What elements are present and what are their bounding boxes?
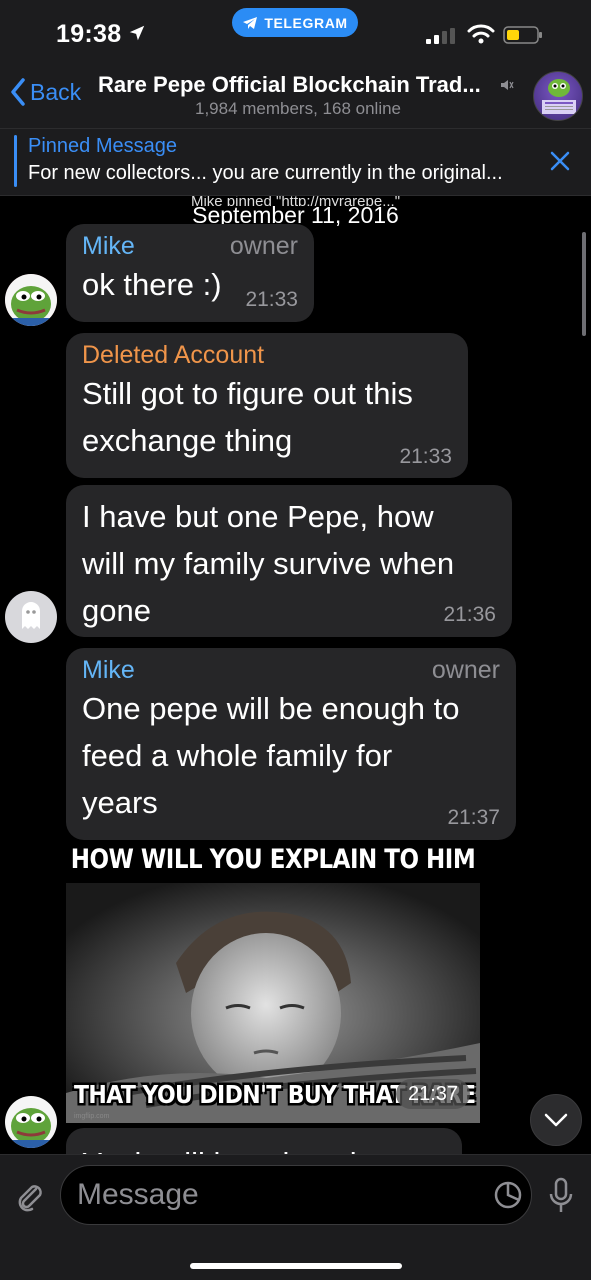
battery-icon (503, 26, 542, 44)
pepe-avatar-image (542, 79, 576, 114)
message-text-line: years (82, 785, 158, 820)
avatar[interactable] (5, 1096, 57, 1148)
chat-title[interactable]: Rare Pepe Official Blockchain Trad... (98, 72, 498, 98)
muted-speaker-icon (501, 80, 514, 90)
message-time: 21:36 (443, 603, 496, 626)
message-time: 21:33 (399, 445, 452, 468)
scrollbar[interactable] (582, 232, 586, 336)
message-bubble[interactable]: Yeah still learning about (66, 1128, 462, 1154)
message-text-line: One pepe will be enough to (82, 691, 460, 726)
message-input-bar (0, 1154, 591, 1280)
message-text-line: exchange thing (82, 423, 293, 458)
message-input[interactable] (77, 1174, 477, 1216)
message-time: 21:33 (245, 288, 298, 311)
message-text-line: will my family survive when (82, 546, 455, 581)
message-bubble[interactable]: I have but one Pepe, how will my family … (66, 485, 512, 637)
telegram-banner-label: TELEGRAM (264, 14, 348, 31)
chevron-down-icon (544, 1113, 568, 1127)
close-icon[interactable] (548, 149, 572, 173)
meme-watermark: imgflip.com (74, 1113, 110, 1120)
status-time: 19:38 (56, 20, 122, 48)
message-time: 21:37 (447, 806, 500, 829)
location-arrow-icon (129, 25, 145, 41)
telegram-banner[interactable]: TELEGRAM (232, 8, 358, 37)
chat-header: Back Rare Pepe Official Blockchain Trad.… (0, 62, 591, 128)
meme-top-caption: HOW WILL YOU EXPLAIN TO HIM (70, 845, 476, 875)
message-field[interactable] (60, 1165, 532, 1225)
chat-area[interactable]: Mike pinned "http://myrarepe..." Septemb… (0, 196, 591, 1154)
message-time: 21:37 (396, 1079, 470, 1109)
telegram-plane-icon (243, 16, 258, 29)
message-text-line: gone (82, 593, 151, 628)
avatar[interactable] (5, 274, 57, 326)
back-button[interactable]: Back (10, 78, 81, 106)
pinned-text: For new collectors... you are currently … (28, 162, 503, 184)
message-text-line: I have but one Pepe, how (82, 499, 434, 534)
message-text: Yeah still learning about (82, 1136, 446, 1154)
message-text-line: feed a whole family for (82, 738, 393, 773)
scroll-to-bottom-button[interactable] (530, 1094, 582, 1146)
ghost-icon (22, 602, 40, 629)
pinned-title: Pinned Message (28, 135, 177, 157)
pepe-avatar-image (5, 274, 57, 326)
paperclip-icon[interactable] (12, 1179, 46, 1213)
wifi-icon (467, 24, 495, 44)
status-bar: 19:38 TELEGRAM (0, 0, 591, 62)
avatar[interactable] (5, 591, 57, 643)
cellular-signal-icon (426, 28, 455, 44)
owner-tag: owner (229, 232, 298, 260)
meme-image[interactable]: HOW WILL YOU EXPLAIN TO HIM THAT YOU DID… (66, 843, 480, 1123)
home-indicator[interactable] (190, 1263, 402, 1269)
microphone-icon[interactable] (548, 1177, 574, 1215)
sticker-icon[interactable] (493, 1180, 523, 1210)
pinned-message-bar[interactable]: Pinned Message For new collectors... you… (0, 128, 591, 196)
message-bubble[interactable]: Deleted Account Still got to figure out … (66, 333, 468, 478)
group-avatar[interactable] (533, 71, 583, 121)
message-bubble[interactable]: Mike owner ok there :) 21:33 (66, 224, 314, 322)
chat-subtitle: 1,984 members, 168 online (194, 99, 402, 118)
message-bubble[interactable]: Mike owner One pepe will be enough to fe… (66, 648, 516, 840)
pepe-avatar-image (5, 1096, 57, 1148)
chevron-left-icon (11, 78, 25, 106)
pinned-indicator (14, 135, 17, 187)
owner-tag: owner (431, 656, 500, 684)
sender-name[interactable]: Deleted Account (82, 341, 452, 370)
back-label: Back (30, 78, 82, 105)
message-text-line: Still got to figure out this (82, 376, 413, 411)
